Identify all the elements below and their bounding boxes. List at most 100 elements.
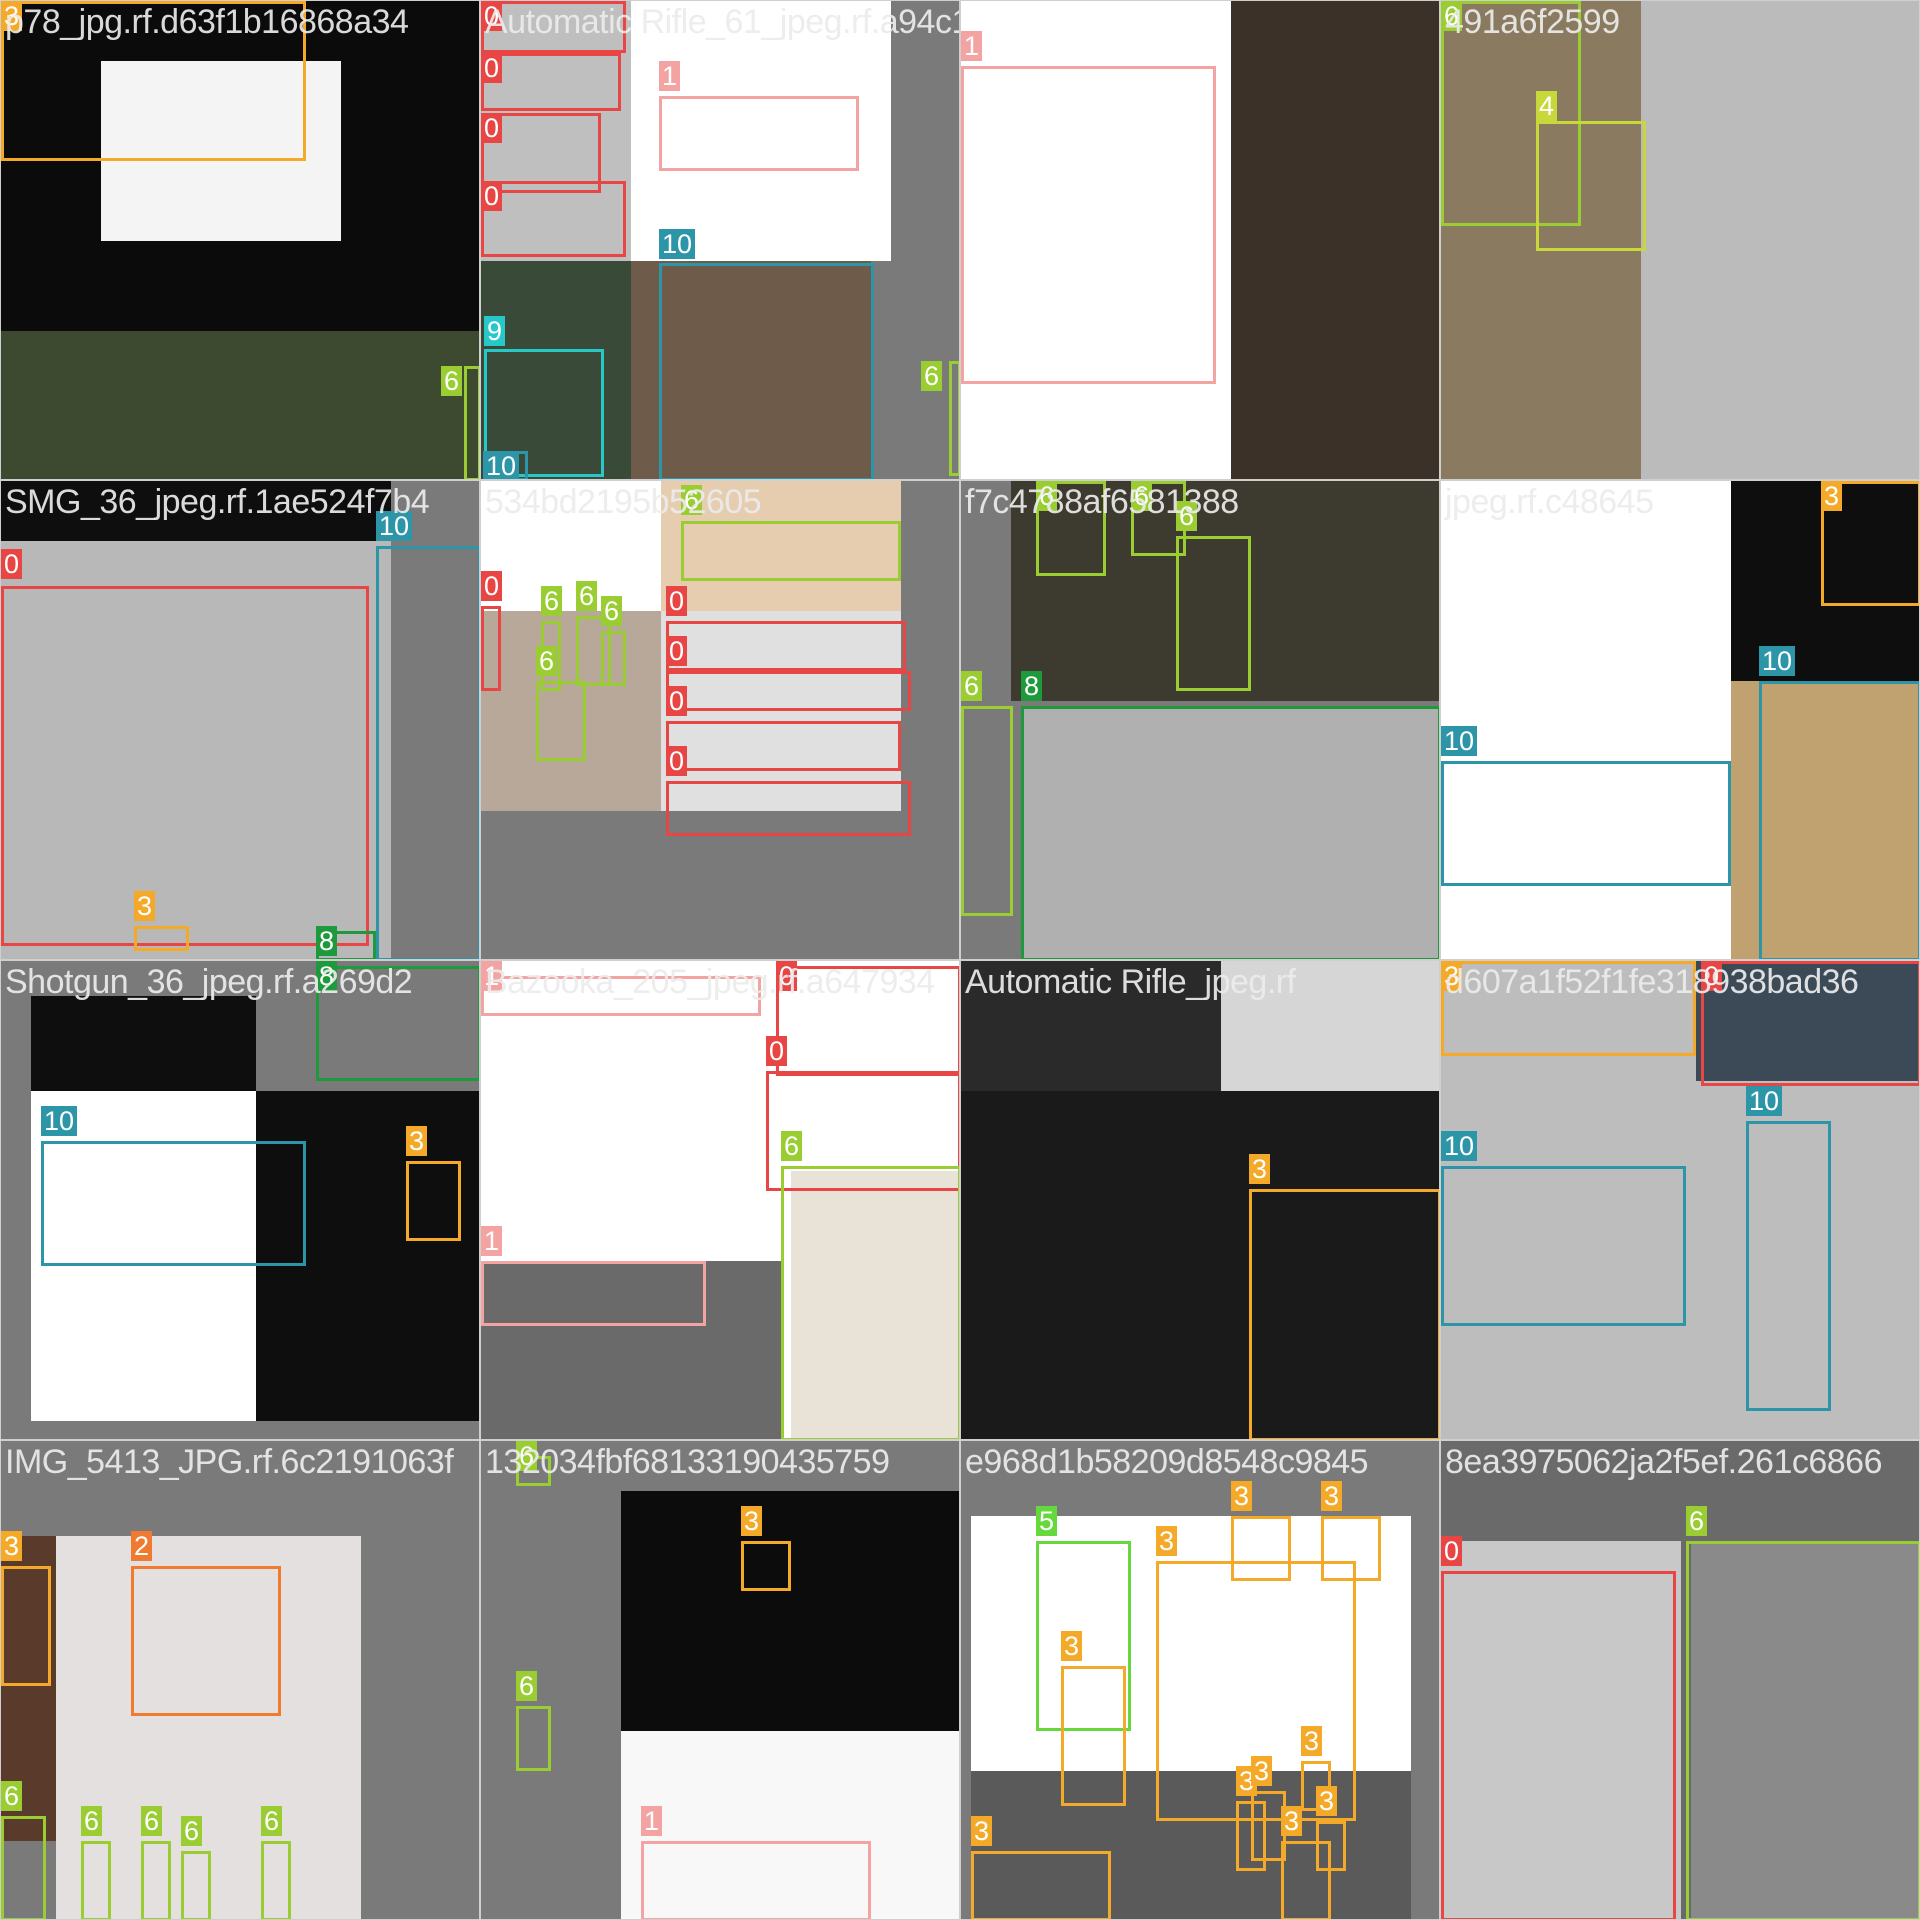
detection-box	[1759, 681, 1919, 959]
class-label: 1	[641, 1806, 663, 1836]
detection-box	[601, 631, 626, 686]
detection-box	[1686, 1541, 1919, 1919]
mosaic-tile: 3 2 6 6 6 6 6 IMG_5413_JPG.rf.6c2191063f	[0, 1440, 480, 1920]
detection-box	[131, 1566, 281, 1716]
detection-box	[406, 1161, 461, 1241]
detection-box	[1441, 1166, 1686, 1326]
class-label: 0	[1441, 1536, 1463, 1566]
class-label: 0	[666, 636, 688, 666]
class-label: 3	[971, 1816, 993, 1846]
image-filename: 534bd2195b52605	[485, 483, 762, 521]
class-label: 3	[1156, 1526, 1178, 1556]
class-label: 8	[1021, 671, 1043, 701]
class-label: 0	[666, 746, 688, 776]
class-label: 6	[541, 586, 563, 616]
mosaic-tile: 1 0 0 6 1 Bazooka_205_jpeg.rf.a647934	[480, 960, 960, 1440]
class-label: 3	[1231, 1481, 1253, 1511]
image-filename: f7c4788af6581388	[965, 483, 1239, 521]
class-label: 3	[1251, 1756, 1273, 1786]
class-label: 6	[961, 671, 983, 701]
image-filename: Shotgun_36_jpeg.rf.a269d2	[5, 963, 413, 1001]
detection-box	[141, 1841, 171, 1919]
class-label: 0	[666, 686, 688, 716]
class-label: 3	[1316, 1786, 1338, 1816]
scene-region	[621, 1491, 959, 1731]
scene-region	[481, 1441, 621, 1919]
class-label: 10	[1746, 1086, 1783, 1116]
mosaic-tile: 5 3 3 3 3 3 3 3 3 3 3 e968d1b58209d8548c9845	[960, 1440, 1440, 1920]
class-label: 4	[1536, 91, 1558, 121]
class-label: 0	[1, 549, 23, 579]
image-filename: 491a6f2599	[1445, 3, 1620, 41]
detection-box	[666, 621, 906, 671]
class-label: 3	[1249, 1154, 1271, 1184]
class-label: 3	[741, 1506, 763, 1536]
class-label: 6	[921, 361, 943, 391]
class-label: 6	[261, 1806, 283, 1836]
detection-box	[741, 1541, 791, 1591]
image-filename: IMG_5413_JPG.rf.6c2191063f	[5, 1443, 454, 1481]
mosaic-tile: 8 10 3 Shotgun_36_jpeg.rf.a269d2	[0, 960, 480, 1440]
class-label: 6	[441, 366, 463, 396]
detection-box	[481, 1261, 706, 1326]
detection-box	[1321, 1516, 1381, 1581]
detection-box	[1, 1566, 51, 1686]
detection-box	[261, 1841, 291, 1919]
class-label: 10	[41, 1106, 78, 1136]
detection-box	[659, 263, 874, 479]
mosaic-tile: 6 0 0 0 0 0 6 6 6 6 534bd2195b52605	[480, 480, 960, 960]
scene-region	[1231, 1, 1439, 479]
scene-region	[1, 331, 479, 479]
mosaic-grid: 3 6 p78_jpg.rf.d63f1b16868a34 0 0 0 0 1 10 9 10 6 Au…	[0, 0, 1920, 1920]
mosaic-tile: 3 0 10 10 d607a1f52f1fe318938bad36	[1440, 960, 1920, 1440]
class-label: 8	[316, 926, 338, 956]
class-label: 3	[1281, 1806, 1303, 1836]
class-label: 0	[481, 181, 503, 211]
mosaic-tile: 6 6 3 1 132034fbf68133190435759	[480, 1440, 960, 1920]
detection-box	[376, 546, 479, 959]
detection-box	[1536, 121, 1646, 251]
mosaic-tile: 0 10 3 8 SMG_36_jpeg.rf.1ae524f7b4	[0, 480, 480, 960]
detection-box	[134, 926, 189, 951]
mosaic-tile: 0 6 8ea3975062ja2f5ef.261c6866	[1440, 1440, 1920, 1920]
image-filename: Automatic Rifle_61_jpeg.rf.a94c19d40d9f2…	[485, 3, 959, 41]
class-label: 3	[1821, 481, 1843, 511]
class-label: 6	[576, 581, 598, 611]
detection-box	[961, 66, 1216, 384]
class-label: 6	[141, 1806, 163, 1836]
detection-box	[1316, 1821, 1346, 1871]
class-label: 10	[659, 229, 696, 259]
image-filename: 8ea3975062ja2f5ef.261c6866	[1445, 1443, 1883, 1481]
detection-box	[659, 96, 859, 171]
class-label: 6	[81, 1806, 103, 1836]
detection-box	[781, 1166, 959, 1439]
detection-box	[481, 606, 501, 691]
class-label: 10	[1759, 646, 1796, 676]
detection-box	[1441, 1571, 1676, 1919]
class-label: 6	[181, 1816, 203, 1846]
class-label: 1	[659, 61, 681, 91]
image-filename: Automatic Rifle_jpeg.rf	[965, 963, 1296, 1001]
mosaic-tile: 3 10 10 jpeg.rf.c48645	[1440, 480, 1920, 960]
detection-box	[1249, 1189, 1439, 1439]
scene-region	[31, 996, 256, 1096]
detection-box	[961, 706, 1013, 916]
image-filename: jpeg.rf.c48645	[1445, 483, 1654, 521]
mosaic-tile: 6 4 491a6f2599	[1440, 0, 1920, 480]
class-label: 6	[536, 646, 558, 676]
class-label: 1	[961, 31, 983, 61]
class-label: 3	[134, 891, 156, 921]
scene-region	[1641, 1, 1919, 479]
class-label: 2	[131, 1531, 153, 1561]
detection-box	[536, 681, 586, 761]
detection-box	[1, 1816, 46, 1919]
detection-box	[464, 366, 479, 479]
image-filename: d607a1f52f1fe318938bad36	[1445, 963, 1859, 1001]
image-filename: Bazooka_205_jpeg.rf.a647934	[485, 963, 935, 1001]
mosaic-tile: 3 Automatic Rifle_jpeg.rf	[960, 960, 1440, 1440]
class-label: 0	[481, 53, 503, 83]
detection-box	[971, 1851, 1111, 1919]
detection-box	[1231, 1516, 1291, 1581]
detection-box	[1176, 536, 1251, 691]
image-filename: e968d1b58209d8548c9845	[965, 1443, 1369, 1481]
